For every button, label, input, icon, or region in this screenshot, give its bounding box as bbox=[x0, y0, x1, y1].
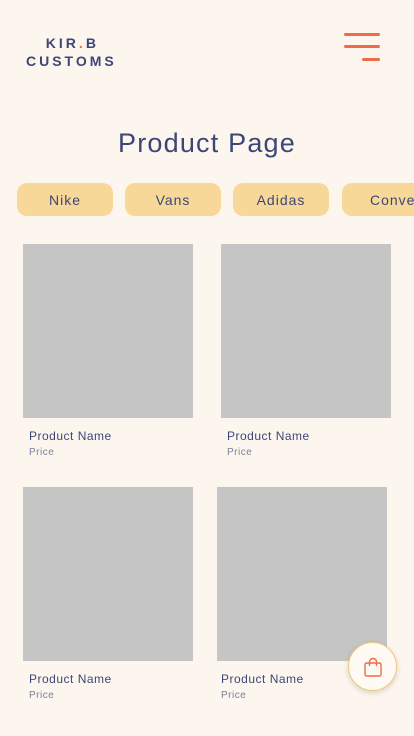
product-page: KIR.B CUSTOMS Product Page Nike Vans Adi… bbox=[0, 0, 414, 736]
logo-dot: . bbox=[78, 35, 86, 51]
brand-filter-bar: Nike Vans Adidas Conve bbox=[0, 183, 414, 217]
page-title: Product Page bbox=[117, 128, 296, 158]
logo-line-1: KIR.B bbox=[26, 34, 117, 52]
product-card[interactable]: Product Name Price bbox=[221, 244, 391, 458]
filter-chip-vans[interactable]: Vans bbox=[125, 183, 221, 216]
product-price: Price bbox=[221, 690, 247, 701]
product-name: Product Name bbox=[29, 672, 112, 686]
product-image[interactable] bbox=[23, 487, 193, 661]
product-name: Product Name bbox=[227, 429, 310, 443]
filter-chip-converse[interactable]: Conve bbox=[342, 183, 414, 216]
product-image[interactable] bbox=[221, 244, 391, 418]
product-price: Price bbox=[29, 690, 55, 701]
hamburger-menu-icon[interactable] bbox=[344, 33, 380, 63]
logo-text-b: B bbox=[85, 35, 99, 51]
menu-bar-bottom bbox=[362, 58, 380, 61]
menu-bar-middle bbox=[344, 45, 380, 48]
filter-chip-nike[interactable]: Nike bbox=[17, 183, 113, 216]
product-image[interactable] bbox=[23, 244, 193, 418]
brand-logo[interactable]: KIR.B CUSTOMS bbox=[26, 34, 117, 70]
product-image[interactable] bbox=[217, 487, 387, 661]
shopping-bag-icon bbox=[363, 657, 382, 677]
product-name: Product Name bbox=[29, 429, 112, 443]
cart-button[interactable] bbox=[348, 642, 397, 691]
logo-text-kir: KIR bbox=[45, 35, 79, 51]
product-card[interactable]: Product Name Price bbox=[23, 487, 193, 701]
filter-chip-adidas[interactable]: Adidas bbox=[233, 183, 329, 216]
menu-bar-top bbox=[344, 33, 380, 36]
logo-line-2: CUSTOMS bbox=[26, 53, 117, 69]
product-card[interactable]: Product Name Price bbox=[23, 244, 193, 458]
product-price: Price bbox=[227, 447, 253, 458]
product-price: Price bbox=[29, 447, 55, 458]
